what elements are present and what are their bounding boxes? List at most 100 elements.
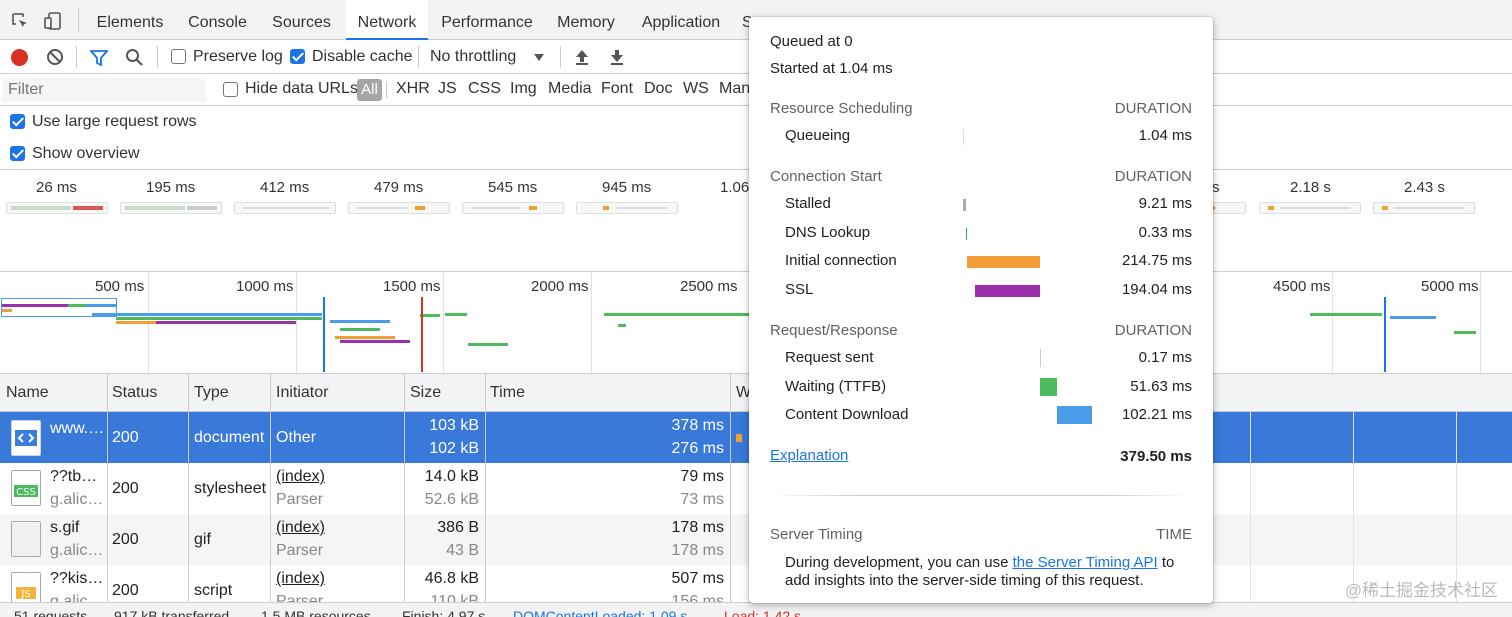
waterfall-bar — [736, 434, 742, 442]
svg-text:CSS: CSS — [16, 487, 36, 498]
initiator-link[interactable]: (index) — [276, 570, 325, 588]
large-rows-checkbox[interactable] — [10, 114, 25, 129]
filmstrip-frame[interactable] — [1259, 202, 1361, 214]
queued-at: Queued at 0 — [770, 33, 853, 50]
filmstrip-frame[interactable] — [6, 202, 108, 214]
tab-performance[interactable]: Performance — [436, 0, 538, 40]
large-rows-label: Use large request rows — [32, 113, 197, 130]
show-overview-checkbox[interactable] — [10, 146, 25, 161]
request-name: ??kis… — [50, 570, 104, 587]
server-timing-text-before: During development, you can use — [785, 554, 1013, 571]
request-name: ??tb… — [50, 468, 98, 485]
request-type: gif — [194, 531, 211, 548]
filmstrip-frame[interactable] — [234, 202, 336, 214]
inspect-element-icon[interactable] — [11, 12, 29, 30]
initiator-link[interactable]: (index) — [276, 519, 325, 537]
device-toolbar-icon[interactable] — [44, 11, 64, 31]
timing-label: Queueing — [785, 127, 851, 144]
clear-icon[interactable] — [46, 48, 64, 66]
filmstrip-time: 1.06 — [720, 179, 750, 196]
transferred-size: 917 kB transferred — [114, 608, 230, 617]
tab-network[interactable]: Network — [346, 0, 428, 40]
timing-value: 102.21 ms — [1121, 406, 1192, 423]
server-timing-api-link[interactable]: the Server Timing API — [1013, 554, 1158, 571]
filter-type-ws[interactable]: WS — [683, 80, 709, 98]
request-status: 200 — [112, 480, 139, 497]
ttfb-bar — [1040, 378, 1057, 396]
finish-time: Finish: 4.97 s — [402, 608, 486, 617]
filmstrip-frame[interactable] — [576, 202, 678, 214]
request-initiator: Other — [276, 429, 317, 446]
server-timing-header: TIME — [1156, 526, 1192, 543]
import-har-icon[interactable] — [574, 48, 590, 66]
tab-elements[interactable]: Elements — [89, 0, 171, 40]
timing-value: 51.63 ms — [1130, 378, 1192, 395]
column-time[interactable]: Time — [490, 384, 525, 402]
filter-type-js[interactable]: JS — [438, 80, 457, 98]
request-name: s.gif — [50, 519, 80, 536]
request-size: 386 B — [437, 519, 479, 536]
overview-tick: 4500 ms — [1273, 278, 1331, 295]
content-download-bar — [1057, 406, 1092, 424]
export-har-icon[interactable] — [609, 48, 625, 66]
chevron-down-icon[interactable] — [534, 54, 544, 61]
image-file-icon — [11, 521, 41, 557]
tab-sources[interactable]: Sources — [263, 0, 340, 40]
filter-type-img[interactable]: Img — [510, 80, 537, 98]
tab-application[interactable]: Application — [634, 0, 728, 40]
filter-icon[interactable] — [89, 49, 109, 67]
dns-bar — [966, 228, 967, 240]
initiator-link[interactable]: (index) — [276, 468, 325, 486]
throttling-select[interactable]: No throttling — [430, 48, 516, 66]
status-bar: 51 requests 917 kB transferred 1.5 MB re… — [0, 602, 1512, 617]
request-status: 200 — [112, 582, 139, 599]
request-status: 200 — [112, 531, 139, 548]
total-time: 379.50 ms — [1120, 448, 1192, 465]
filter-type-xhr[interactable]: XHR — [396, 80, 430, 98]
overview-tick: 2000 ms — [531, 278, 589, 295]
filter-type-all[interactable]: All — [357, 79, 382, 101]
section-title: Resource Scheduling — [770, 100, 913, 117]
column-name[interactable]: Name — [6, 384, 49, 402]
record-icon[interactable] — [11, 49, 28, 66]
filmstrip-time: 26 ms — [36, 179, 77, 196]
filmstrip-time: 545 ms — [488, 179, 538, 196]
preserve-log-checkbox[interactable] — [171, 49, 186, 64]
filter-type-font[interactable]: Font — [601, 80, 633, 98]
column-size[interactable]: Size — [410, 384, 441, 402]
watermark: @稀土掘金技术社区 — [1344, 581, 1498, 600]
filter-type-media[interactable]: Media — [548, 80, 592, 98]
explanation-link[interactable]: Explanation — [770, 447, 848, 464]
search-icon[interactable] — [125, 48, 144, 67]
filmstrip-frame[interactable] — [1373, 202, 1475, 214]
column-initiator[interactable]: Initiator — [276, 384, 328, 402]
queueing-bar — [963, 129, 964, 145]
request-time: 378 ms — [671, 417, 724, 434]
hide-data-urls-label: Hide data URLs — [245, 80, 358, 97]
timing-label: Content Download — [785, 406, 909, 423]
disable-cache-label: Disable cache — [312, 48, 413, 65]
disable-cache-checkbox[interactable] — [290, 49, 305, 64]
filmstrip-frame[interactable] — [348, 202, 450, 214]
timing-value: 9.21 ms — [1138, 195, 1192, 212]
tab-console[interactable]: Console — [180, 0, 255, 40]
load-time: Load: 1.42 s — [724, 608, 802, 617]
request-latency: 276 ms — [671, 440, 724, 457]
timing-label: Request sent — [785, 349, 874, 366]
column-type[interactable]: Type — [194, 384, 229, 402]
filmstrip-frame[interactable] — [462, 202, 564, 214]
column-status[interactable]: Status — [112, 384, 157, 402]
filter-type-manifest[interactable]: Man — [719, 80, 750, 98]
filmstrip-frame[interactable] — [120, 202, 222, 214]
tab-memory[interactable]: Memory — [550, 0, 622, 40]
request-latency: 156 ms — [671, 593, 724, 602]
filter-input[interactable] — [2, 78, 206, 102]
hide-data-urls-checkbox[interactable] — [223, 82, 238, 97]
css-file-icon: CSS — [11, 470, 41, 506]
resources-size: 1.5 MB resources — [261, 608, 371, 617]
request-time: 178 ms — [671, 519, 724, 536]
load-marker — [421, 297, 423, 372]
request-size: 46.8 kB — [424, 570, 479, 587]
filter-type-doc[interactable]: Doc — [644, 80, 672, 98]
filter-type-css[interactable]: CSS — [468, 80, 501, 98]
